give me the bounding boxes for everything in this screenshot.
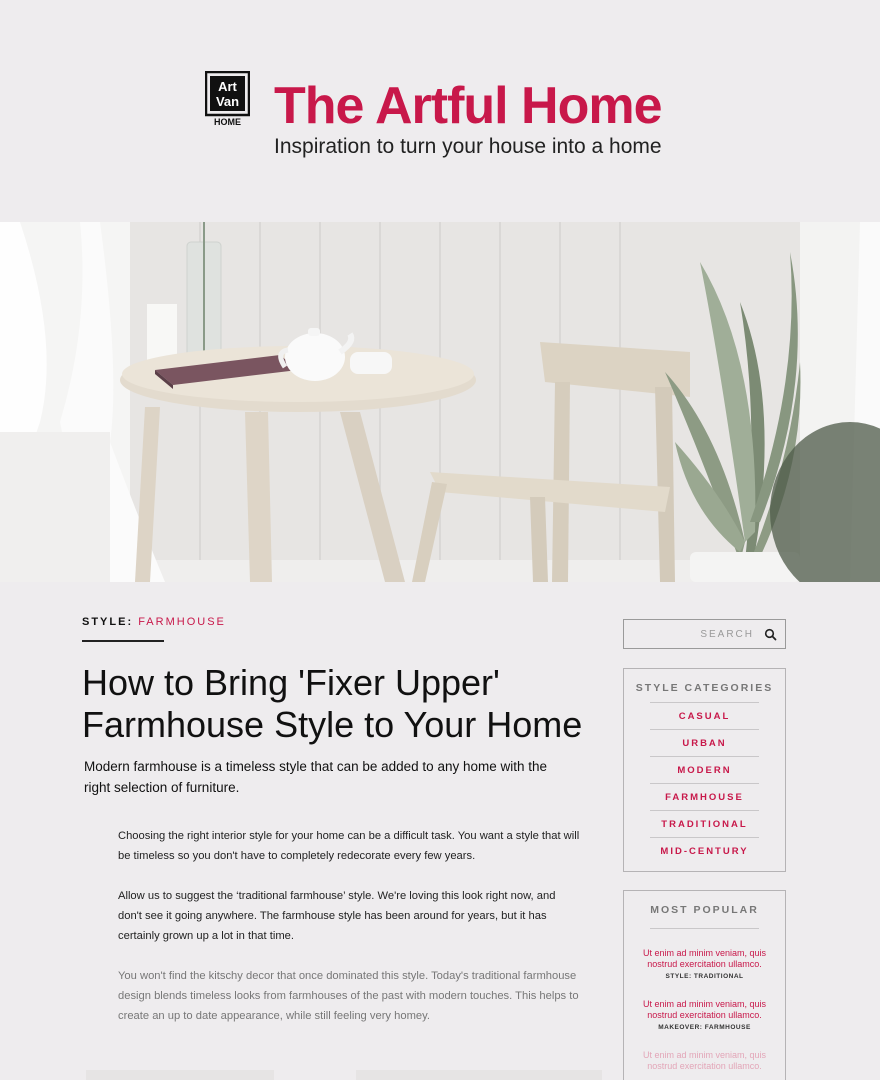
style-categories-list: CASUAL URBAN MODERN FARMHOUSE TRADITIONA…: [650, 702, 759, 864]
thumbnail[interactable]: [86, 1070, 274, 1080]
article-category: STYLE: FARMHOUSE: [82, 616, 226, 628]
popular-item-text[interactable]: Ut enim ad minim veniam, quis nostrud ex…: [624, 1050, 785, 1072]
logo-text-van: Van: [216, 94, 239, 109]
search-input[interactable]: [624, 620, 760, 648]
popular-item-text[interactable]: Ut enim ad minim veniam, quis nostrud ex…: [624, 948, 785, 970]
article-paragraph: Choosing the right interior style for yo…: [118, 830, 580, 862]
most-popular-divider: [650, 928, 759, 929]
search-icon[interactable]: [764, 628, 778, 642]
category-key: STYLE:: [82, 616, 134, 628]
category-item-casual[interactable]: CASUAL: [650, 702, 759, 729]
thumbnail[interactable]: [356, 1070, 602, 1080]
article-body: Choosing the right interior style for yo…: [118, 826, 580, 1046]
category-divider: [82, 640, 164, 642]
logo-text-home: HOME: [214, 117, 241, 127]
article-paragraph: Allow us to suggest the ‘traditional far…: [118, 890, 556, 942]
article-paragraph: You won't find the kitschy decor that on…: [118, 970, 579, 1022]
art-van-logo[interactable]: Art Van HOME: [204, 70, 251, 127]
article-lede: Modern farmhouse is a timeless style tha…: [84, 759, 548, 795]
category-link[interactable]: FARMHOUSE: [138, 616, 226, 628]
category-item-urban[interactable]: URBAN: [650, 729, 759, 756]
popular-item-tag: STYLE: TRADITIONAL: [665, 973, 744, 980]
site-tagline: Inspiration to turn your house into a ho…: [274, 135, 662, 158]
popular-item-text[interactable]: Ut enim ad minim veniam, quis nostrud ex…: [624, 999, 785, 1021]
popular-item-tag: MAKEOVER: FARMHOUSE: [658, 1024, 751, 1031]
popular-item[interactable]: Ut enim ad minim veniam, quis nostrud ex…: [624, 1050, 785, 1072]
site-header: Art Van HOME The Artful Home Inspiration…: [0, 0, 880, 222]
most-popular-title: MOST POPULAR: [650, 904, 759, 916]
category-item-farmhouse[interactable]: FARMHOUSE: [650, 783, 759, 810]
hero-image: [0, 222, 880, 582]
article-thumbnails: [82, 1070, 602, 1080]
site-title[interactable]: The Artful Home: [274, 78, 663, 134]
style-categories-title: STYLE CATEGORIES: [635, 682, 774, 694]
article-title: How to Bring 'Fixer Upper' Farmhouse Sty…: [82, 662, 583, 745]
popular-item[interactable]: Ut enim ad minim veniam, quis nostrud ex…: [624, 948, 785, 980]
most-popular-panel: MOST POPULAR Ut enim ad minim veniam, qu…: [623, 890, 786, 1080]
category-item-mid-century[interactable]: MID-CENTURY: [650, 837, 759, 864]
popular-item[interactable]: Ut enim ad minim veniam, quis nostrud ex…: [624, 999, 785, 1031]
style-categories-panel: STYLE CATEGORIES CASUAL URBAN MODERN FAR…: [623, 668, 786, 872]
logo-text-art: Art: [218, 79, 237, 94]
category-item-modern[interactable]: MODERN: [650, 756, 759, 783]
category-item-traditional[interactable]: TRADITIONAL: [650, 810, 759, 837]
search-box: [623, 619, 786, 649]
